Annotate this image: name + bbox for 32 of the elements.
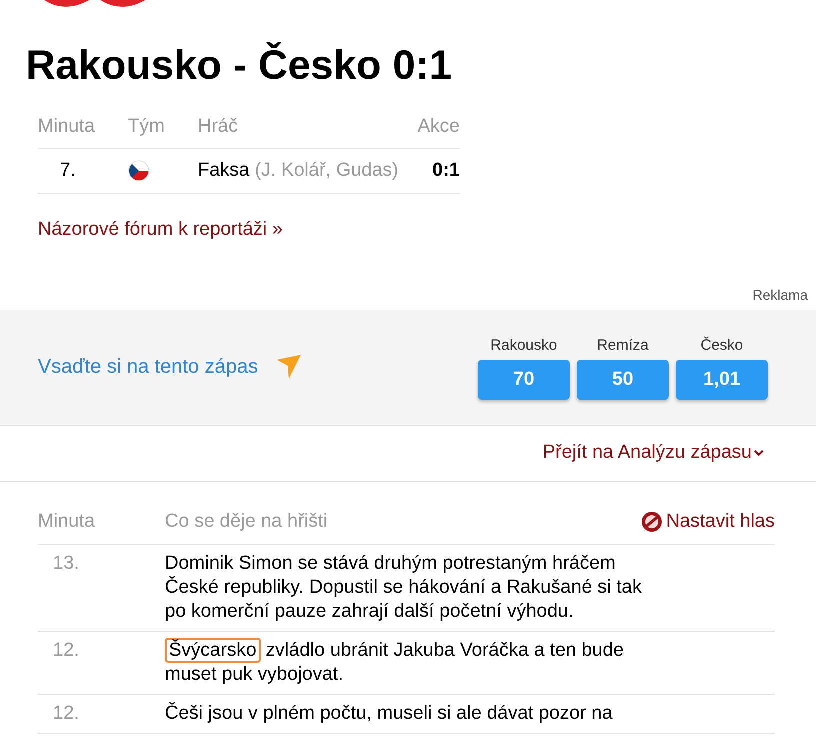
betting-link[interactable]: Vsaďte si na tento zápas [38,352,258,382]
minute-cell-text: 12. [52,639,80,664]
odds-button[interactable]: 1,01 [676,360,768,400]
assists-text: (J. Kolář, Gudas) [255,160,399,181]
chevron-down-icon [754,449,764,458]
commentary-text: Češi jsou v plném počtu, museli si ale dávat pozor na [165,702,614,726]
column-header: Minuta [38,115,96,140]
column-header: Co se děje na hřišti [165,510,329,534]
commentary-text: Švýcarsko zvládlo ubránit Jakuba Voráčka a ten bude muset puk vybojovat. [165,639,625,688]
forum-link[interactable]: Názorové fórum k reportáži » [38,219,283,240]
commentary-text: Dominik Simon se stává druhým potrestaným hráčem České republiky. Dopustil se hákování a Rakušané si tak po komerční pauze zahrají další početní výhodu. [165,552,644,624]
arrow-icon [276,354,302,380]
odds-label: Remíza [597,336,649,356]
mute-icon [641,511,664,533]
odds-label: Česko [700,336,744,356]
sound-toggle[interactable]: Nastavit hlas [641,508,775,536]
minute-cell-text: 7. [59,158,77,183]
column-header: Tým [128,115,166,140]
minute-cell-text: 13. [52,552,80,576]
flag-icon [128,160,150,182]
column-header: Hráč [198,115,240,140]
minute-cell-text: 12. [52,702,80,726]
player-name: Faksa [198,160,250,181]
ad-label: Reklama [752,286,808,305]
odds-label: Rakousko [490,336,558,356]
odds-button[interactable]: 50 [577,360,669,400]
column-header: Akce [418,115,460,140]
odds-button[interactable]: 70 [478,360,570,400]
match-title: Rakousko - Česko 0:1 [26,41,454,90]
column-header: Minuta [38,510,96,534]
analysis-link[interactable]: Přejít na Analýzu zápasu [542,439,764,468]
score-cell-text: 0:1 [432,158,460,183]
